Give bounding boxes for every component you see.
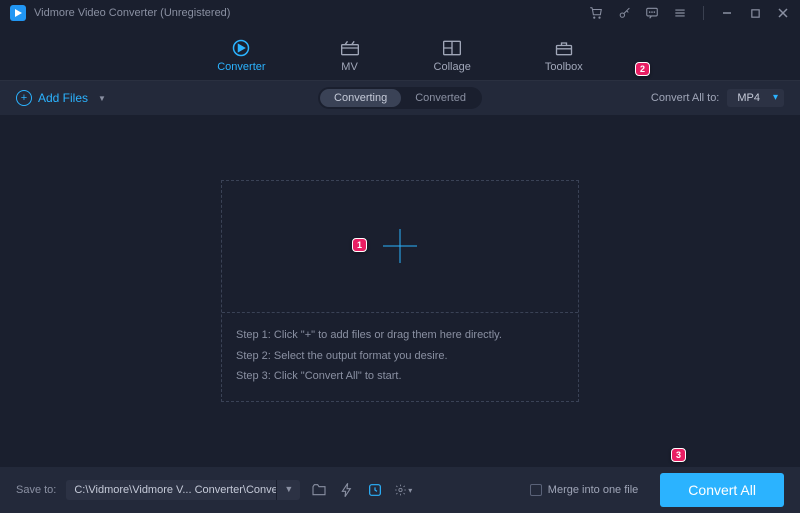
step-1: Step 1: Click "+" to add files or drag t… [236, 325, 564, 346]
annotation-badge-3: 3 [671, 448, 686, 462]
key-icon[interactable] [617, 6, 631, 20]
convert-all-button[interactable]: Convert All [660, 473, 784, 507]
output-path[interactable]: C:\Vidmore\Vidmore V... Converter\Conver… [66, 480, 276, 500]
main-area: Step 1: Click "+" to add files or drag t… [0, 115, 800, 467]
convert-all-to: Convert All to: MP4 [651, 89, 784, 107]
settings-icon[interactable]: ▾ [394, 481, 412, 499]
instructions: Step 1: Click "+" to add files or drag t… [222, 313, 578, 402]
tab-collage[interactable]: Collage [422, 33, 483, 73]
high-speed-icon[interactable] [366, 481, 384, 499]
merge-checkbox[interactable]: Merge into one file [530, 484, 639, 496]
path-dropdown[interactable]: ▼ [276, 480, 300, 500]
tab-label: Converter [217, 61, 265, 73]
bottombar: Save to: C:\Vidmore\Vidmore V... Convert… [0, 467, 800, 513]
main-nav: Converter MV Collage Toolbox [0, 26, 800, 81]
tab-mv[interactable]: MV [328, 33, 372, 73]
converter-icon [231, 39, 251, 57]
add-files-label: Add Files [38, 91, 88, 105]
merge-label: Merge into one file [548, 484, 639, 496]
titlebar: Vidmore Video Converter (Unregistered) [0, 0, 800, 26]
add-files-dropzone[interactable] [222, 181, 578, 313]
tab-toolbox[interactable]: Toolbox [533, 33, 595, 73]
plus-circle-icon: + [16, 90, 32, 106]
feedback-icon[interactable] [645, 6, 659, 20]
maximize-icon[interactable] [748, 6, 762, 20]
mv-icon [340, 39, 360, 57]
save-to-label: Save to: [16, 484, 56, 496]
open-folder-icon[interactable] [310, 481, 328, 499]
cart-icon[interactable] [589, 6, 603, 20]
step-3: Step 3: Click "Convert All" to start. [236, 366, 564, 387]
window-title: Vidmore Video Converter (Unregistered) [34, 7, 230, 19]
menu-icon[interactable] [673, 6, 687, 20]
collage-icon [442, 39, 462, 57]
hardware-accel-icon[interactable] [338, 481, 356, 499]
tab-label: Collage [434, 61, 471, 73]
toolbar: + Add Files ▼ Converting Converted Conve… [0, 81, 800, 115]
segment-converted[interactable]: Converted [401, 89, 480, 107]
dropzone: Step 1: Click "+" to add files or drag t… [221, 180, 579, 403]
tab-label: Toolbox [545, 61, 583, 73]
toolbox-icon [554, 39, 574, 57]
close-icon[interactable] [776, 6, 790, 20]
minimize-icon[interactable] [720, 6, 734, 20]
status-segment: Converting Converted [318, 87, 482, 109]
chevron-down-icon[interactable]: ▼ [98, 94, 106, 103]
tab-label: MV [341, 61, 358, 73]
step-2: Step 2: Select the output format you des… [236, 346, 564, 367]
annotation-badge-1: 1 [352, 238, 367, 252]
separator [703, 6, 704, 20]
tab-converter[interactable]: Converter [205, 33, 277, 73]
output-format-select[interactable]: MP4 [727, 89, 784, 107]
add-files-button[interactable]: + Add Files ▼ [16, 90, 106, 106]
app-logo-icon [10, 5, 26, 21]
annotation-badge-2: 2 [635, 62, 650, 76]
checkbox-icon [530, 484, 542, 496]
plus-icon [383, 229, 417, 263]
convert-all-label: Convert All to: [651, 92, 719, 104]
segment-converting[interactable]: Converting [320, 89, 401, 107]
